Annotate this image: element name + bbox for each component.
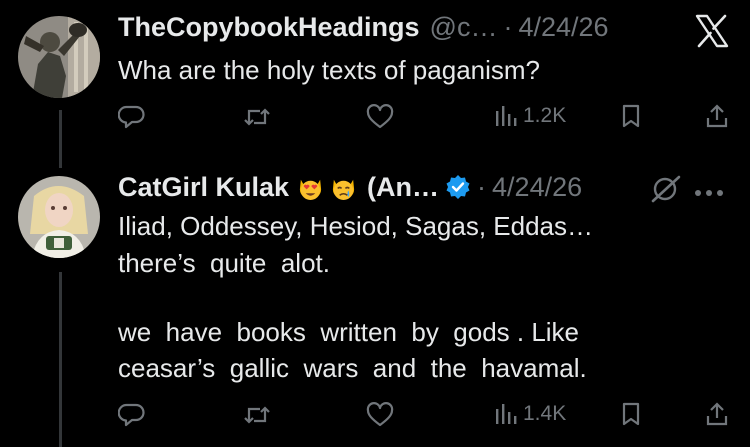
post-reply-button[interactable] <box>118 104 146 130</box>
repost-icon <box>244 406 270 424</box>
reply-icon <box>118 403 145 427</box>
reply-share-button[interactable] <box>705 401 729 427</box>
post-handle[interactable]: @c… <box>430 10 498 44</box>
reply-reply-button[interactable] <box>118 402 146 428</box>
reply-text-line-1: Iliad, Oddessey, Hesiod, Sagas, Eddas… <box>118 211 593 241</box>
reply-like-button[interactable] <box>366 402 394 428</box>
views-icon <box>496 106 517 126</box>
reply-text-line-5: ceasar’s gallic wars and the havamal. <box>118 353 587 383</box>
reply-text-line-4: we have books written by gods . Like <box>118 317 580 347</box>
reply-date[interactable]: 4/24/26 <box>492 170 582 204</box>
bookmark-icon <box>622 402 640 426</box>
grok-icon[interactable] <box>650 174 682 209</box>
reply-repost-button[interactable] <box>242 402 272 428</box>
thread-line-bottom <box>59 272 62 447</box>
reply-separator: · <box>477 172 487 202</box>
avatar-thecopybookheadings[interactable] <box>18 16 100 98</box>
reply-header: CatGirl Kulak (An… · 4/24/26 <box>118 170 582 204</box>
post-display-name[interactable]: TheCopybookHeadings <box>118 10 420 44</box>
post-views-count: 1.2K <box>523 104 567 127</box>
post-like-button[interactable] <box>366 104 394 130</box>
reply-display-name[interactable]: CatGirl Kulak <box>118 170 289 204</box>
post-share-button[interactable] <box>705 103 729 129</box>
reply-views-button[interactable]: 1.4K <box>495 402 566 426</box>
share-icon <box>706 402 728 426</box>
post-bookmark-button[interactable] <box>621 104 641 128</box>
like-icon <box>366 104 394 129</box>
repost-icon <box>244 108 270 126</box>
share-icon <box>706 104 728 128</box>
more-icon[interactable] <box>694 184 724 202</box>
post-text: Wha are the holy texts of paganism? <box>118 55 541 85</box>
bookmark-icon <box>622 104 640 128</box>
views-icon <box>496 404 517 424</box>
post-header: TheCopybookHeadings @c… · 4/24/26 <box>118 10 609 44</box>
reply-views-count: 1.4K <box>523 402 567 425</box>
thread-line-top <box>59 110 62 168</box>
x-logo-icon[interactable] <box>694 14 730 53</box>
avatar-catgirl-kulak[interactable] <box>18 176 100 258</box>
verified-badge-icon <box>446 175 470 199</box>
reply-bookmark-button[interactable] <box>621 402 641 426</box>
post-repost-button[interactable] <box>242 104 272 130</box>
post-views-button[interactable]: 1.2K <box>495 104 566 128</box>
reply-name-suffix[interactable]: (An… <box>367 170 439 204</box>
crying-cat-emoji <box>332 179 355 200</box>
reply-icon <box>118 105 145 129</box>
post-separator: · <box>503 12 513 42</box>
post-date[interactable]: 4/24/26 <box>518 10 608 44</box>
like-icon <box>366 402 394 427</box>
heart-eyes-cat-emoji <box>299 179 322 200</box>
reply-text-line-2: there’s quite alot. <box>118 248 330 278</box>
